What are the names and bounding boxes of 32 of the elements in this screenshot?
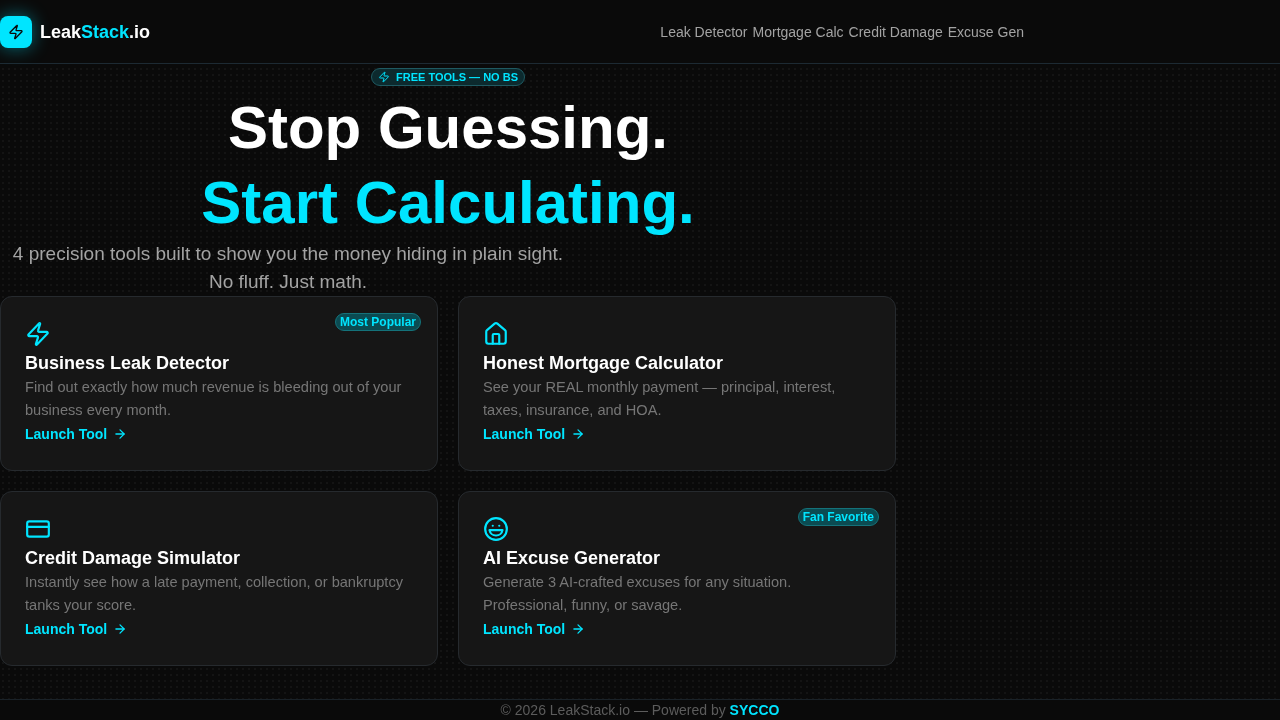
laughing-face-icon	[483, 516, 509, 542]
arrow-right-icon	[571, 622, 586, 636]
launch-tool-link[interactable]: Launch Tool	[25, 424, 128, 444]
footer-text: © 2026 LeakStack.io — Powered by SYCCO	[499, 701, 781, 720]
hero-subtitle: 4 precision tools built to show you the money hiding in plain sight. No fluff. Just math.	[11, 242, 565, 294]
hero-headline: Stop Guessing. Start Calculating.	[200, 93, 696, 238]
card-description: Instantly see how a late payment, collection, or bankruptcy tanks your score.	[25, 573, 405, 615]
launch-tool-link[interactable]: Launch Tool	[483, 424, 586, 444]
card-description: Generate 3 AI-crafted excuses for any situation. Professional, funny, or savage.	[483, 573, 793, 615]
arrow-right-icon	[113, 427, 128, 441]
tagline-text: FREE TOOLS — NO BS	[396, 70, 518, 85]
launch-tool-link[interactable]: Launch Tool	[483, 619, 586, 639]
brand-name: LeakStack.io	[40, 20, 151, 44]
launch-tool-link[interactable]: Launch Tool	[25, 619, 128, 639]
arrow-right-icon	[571, 427, 586, 441]
nav-link[interactable]: Leak Detector	[660, 21, 748, 42]
card-title: AI Excuse Generator	[483, 547, 662, 570]
footer-link[interactable]: SYCCO	[729, 702, 780, 718]
lightning-icon	[378, 71, 390, 83]
highlight-tag: Most Popular	[335, 313, 421, 331]
highlight-tag: Fan Favorite	[797, 508, 879, 526]
card-description: See your REAL monthly payment — principal, interest, taxes, insurance, and HOA.	[483, 378, 837, 420]
card-title: Honest Mortgage Calculator	[483, 352, 725, 375]
nav-link[interactable]: Excuse Gen	[947, 21, 1024, 42]
card-description: Find out exactly how much revenue is bleeding out of your business every month.	[25, 378, 403, 420]
nav-link[interactable]: Mortgage Calc	[752, 21, 844, 42]
card-title: Business Leak Detector	[25, 352, 231, 375]
lightning-icon	[25, 321, 51, 347]
arrow-right-icon	[113, 622, 128, 636]
nav-link[interactable]: Credit Damage	[848, 21, 943, 42]
card-title: Credit Damage Simulator	[25, 547, 242, 570]
house-icon	[483, 321, 509, 347]
